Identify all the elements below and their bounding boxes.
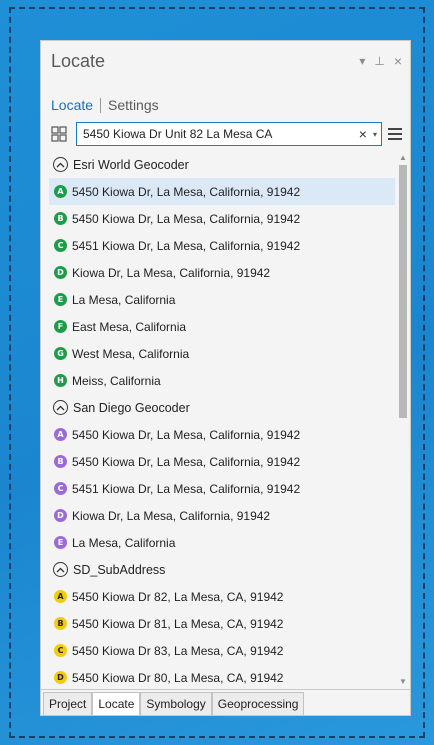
bottom-tab-strip: Project Locate Symbology Geoprocessing (41, 689, 410, 715)
result-item[interactable]: B 5450 Kiowa Dr 81, La Mesa, CA, 91942 (49, 610, 395, 637)
result-text: Kiowa Dr, La Mesa, California, 91942 (72, 265, 271, 280)
result-marker-icon: A (54, 185, 67, 198)
close-icon[interactable]: × (394, 53, 402, 69)
search-row: × ▾ (51, 122, 402, 146)
result-marker-icon: B (54, 212, 67, 225)
group-name: San Diego Geocoder (73, 400, 190, 415)
result-item[interactable]: C 5451 Kiowa Dr, La Mesa, California, 919… (49, 475, 395, 502)
clear-search-icon[interactable]: × (359, 126, 367, 142)
tab-symbology[interactable]: Symbology (140, 692, 212, 715)
scroll-down-icon[interactable]: ▼ (398, 677, 408, 687)
result-text: East Mesa, California (72, 319, 187, 334)
pane-header: Locate ▾ ⊥ × (41, 41, 410, 81)
result-marker-icon: A (54, 428, 67, 441)
collapse-chevron-up-icon[interactable] (53, 400, 68, 415)
result-marker-icon: F (54, 320, 67, 333)
result-item[interactable]: E La Mesa, California (49, 286, 395, 313)
grid-view-icon[interactable] (51, 126, 67, 142)
result-marker-icon: D (54, 266, 67, 279)
result-marker-icon: A (54, 590, 67, 603)
pin-icon[interactable]: ⊥ (374, 54, 384, 68)
result-text: 5451 Kiowa Dr, La Mesa, California, 9194… (72, 238, 301, 253)
result-item[interactable]: A 5450 Kiowa Dr, La Mesa, California, 919… (49, 421, 395, 448)
result-text: La Mesa, California (72, 535, 176, 550)
result-text: 5450 Kiowa Dr 80, La Mesa, CA, 91942 (72, 670, 284, 685)
result-text: 5450 Kiowa Dr, La Mesa, California, 9194… (72, 454, 301, 469)
search-history-dropdown-icon[interactable]: ▾ (373, 130, 377, 139)
menu-icon[interactable] (388, 128, 402, 140)
tab-locate[interactable]: Locate (92, 692, 141, 715)
result-item[interactable]: A 5450 Kiowa Dr, La Mesa, California, 919… (49, 178, 395, 205)
result-item[interactable]: A 5450 Kiowa Dr 82, La Mesa, CA, 91942 (49, 583, 395, 610)
result-text: Kiowa Dr, La Mesa, California, 91942 (72, 508, 271, 523)
result-marker-icon: D (54, 509, 67, 522)
result-marker-icon: G (54, 347, 67, 360)
result-item[interactable]: F East Mesa, California (49, 313, 395, 340)
group-header[interactable]: San Diego Geocoder (49, 394, 395, 421)
result-item[interactable]: H Meiss, California (49, 367, 395, 394)
result-text: La Mesa, California (72, 292, 176, 307)
results-list: Esri World Geocoder A 5450 Kiowa Dr, La Me… (49, 151, 395, 689)
locate-subtabs: Locate Settings (51, 97, 159, 113)
tab-geoprocessing[interactable]: Geoprocessing (211, 692, 305, 715)
result-item[interactable]: D Kiowa Dr, La Mesa, California, 91942 (49, 259, 395, 286)
group-header[interactable]: SD_SubAddress (49, 556, 395, 583)
group-header[interactable]: Esri World Geocoder (49, 151, 395, 178)
pane-title: Locate (51, 50, 106, 71)
collapse-chevron-up-icon[interactable] (53, 157, 68, 172)
result-marker-icon: C (54, 644, 67, 657)
result-item[interactable]: D Kiowa Dr, La Mesa, California, 91942 (49, 502, 395, 529)
result-marker-icon: E (54, 536, 67, 549)
result-text: 5450 Kiowa Dr, La Mesa, California, 9194… (72, 211, 301, 226)
results-scrollbar[interactable]: ▲ ▼ (398, 153, 408, 687)
result-text: West Mesa, California (72, 346, 190, 361)
result-marker-icon: B (54, 617, 67, 630)
search-box: × ▾ (76, 122, 382, 146)
result-text: 5450 Kiowa Dr, La Mesa, California, 9194… (72, 427, 301, 442)
tab-locate[interactable]: Locate (51, 97, 93, 113)
tab-settings[interactable]: Settings (108, 97, 159, 113)
result-marker-icon: C (54, 239, 67, 252)
result-marker-icon: H (54, 374, 67, 387)
group-name: Esri World Geocoder (73, 157, 189, 172)
collapse-chevron-up-icon[interactable] (53, 562, 68, 577)
result-text: Meiss, California (72, 373, 161, 388)
result-text: 5450 Kiowa Dr 83, La Mesa, CA, 91942 (72, 643, 284, 658)
result-item[interactable]: G West Mesa, California (49, 340, 395, 367)
result-text: 5450 Kiowa Dr, La Mesa, California, 9194… (72, 184, 301, 199)
result-marker-icon: C (54, 482, 67, 495)
tab-project[interactable]: Project (43, 692, 93, 715)
result-item[interactable]: B 5450 Kiowa Dr, La Mesa, California, 919… (49, 205, 395, 232)
result-marker-icon: B (54, 455, 67, 468)
result-item[interactable]: E La Mesa, California (49, 529, 395, 556)
tab-divider (100, 97, 102, 113)
result-item[interactable]: C 5451 Kiowa Dr, La Mesa, California, 919… (49, 232, 395, 259)
result-marker-icon: E (54, 293, 67, 306)
result-item[interactable]: D 5450 Kiowa Dr 80, La Mesa, CA, 91942 (49, 664, 395, 689)
locate-pane: Locate ▾ ⊥ × Locate Settings × ▾ Esri Wo… (40, 40, 411, 716)
result-item[interactable]: C 5450 Kiowa Dr 83, La Mesa, CA, 91942 (49, 637, 395, 664)
result-text: 5450 Kiowa Dr 81, La Mesa, CA, 91942 (72, 616, 284, 631)
result-item[interactable]: B 5450 Kiowa Dr, La Mesa, California, 919… (49, 448, 395, 475)
group-name: SD_SubAddress (73, 562, 166, 577)
result-text: 5450 Kiowa Dr 82, La Mesa, CA, 91942 (72, 589, 284, 604)
scrollbar-thumb[interactable] (399, 165, 407, 418)
pane-options-dropdown-icon[interactable]: ▾ (359, 54, 365, 68)
result-marker-icon: D (54, 671, 67, 684)
result-text: 5451 Kiowa Dr, La Mesa, California, 9194… (72, 481, 301, 496)
scroll-up-icon[interactable]: ▲ (398, 153, 408, 163)
search-input[interactable] (83, 127, 355, 141)
